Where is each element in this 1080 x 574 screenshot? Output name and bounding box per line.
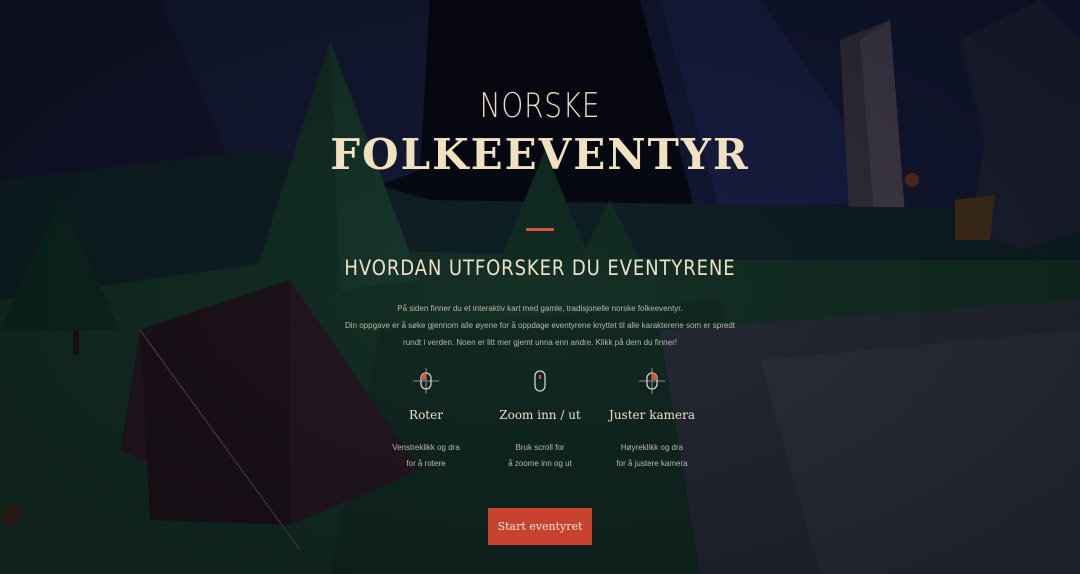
- intro-line: rundt i verden. Noen er litt mer gjemt u…: [403, 338, 677, 347]
- title-top: NORSKE: [479, 86, 601, 126]
- control-camera: Juster kamera Høyreklikk og dra for å ju…: [582, 366, 722, 472]
- rotate-mouse-icon: [413, 368, 439, 394]
- intro-line: På siden finner du et interaktiv kart me…: [397, 304, 683, 313]
- control-desc: Høyreklikk og dra for å justere kamera: [616, 443, 688, 468]
- intro-line: Din oppgave er å søke gjennom alle øyene…: [345, 321, 735, 330]
- start-adventure-button[interactable]: Start eventyret: [488, 508, 592, 545]
- intro-text: På siden finner du et interaktiv kart me…: [320, 300, 760, 351]
- scroll-mouse-icon: [534, 370, 546, 392]
- control-label: Juster kamera: [609, 408, 695, 422]
- title-divider: [526, 228, 554, 231]
- camera-mouse-icon: [639, 368, 665, 394]
- intro-panel: NORSKE FOLKEEVENTYR HVORDAN UTFORSKER DU…: [0, 0, 1080, 574]
- page-title: FOLKEEVENTYR: [330, 130, 750, 179]
- section-heading: HVORDAN UTFORSKER DU EVENTYRENE: [344, 256, 736, 280]
